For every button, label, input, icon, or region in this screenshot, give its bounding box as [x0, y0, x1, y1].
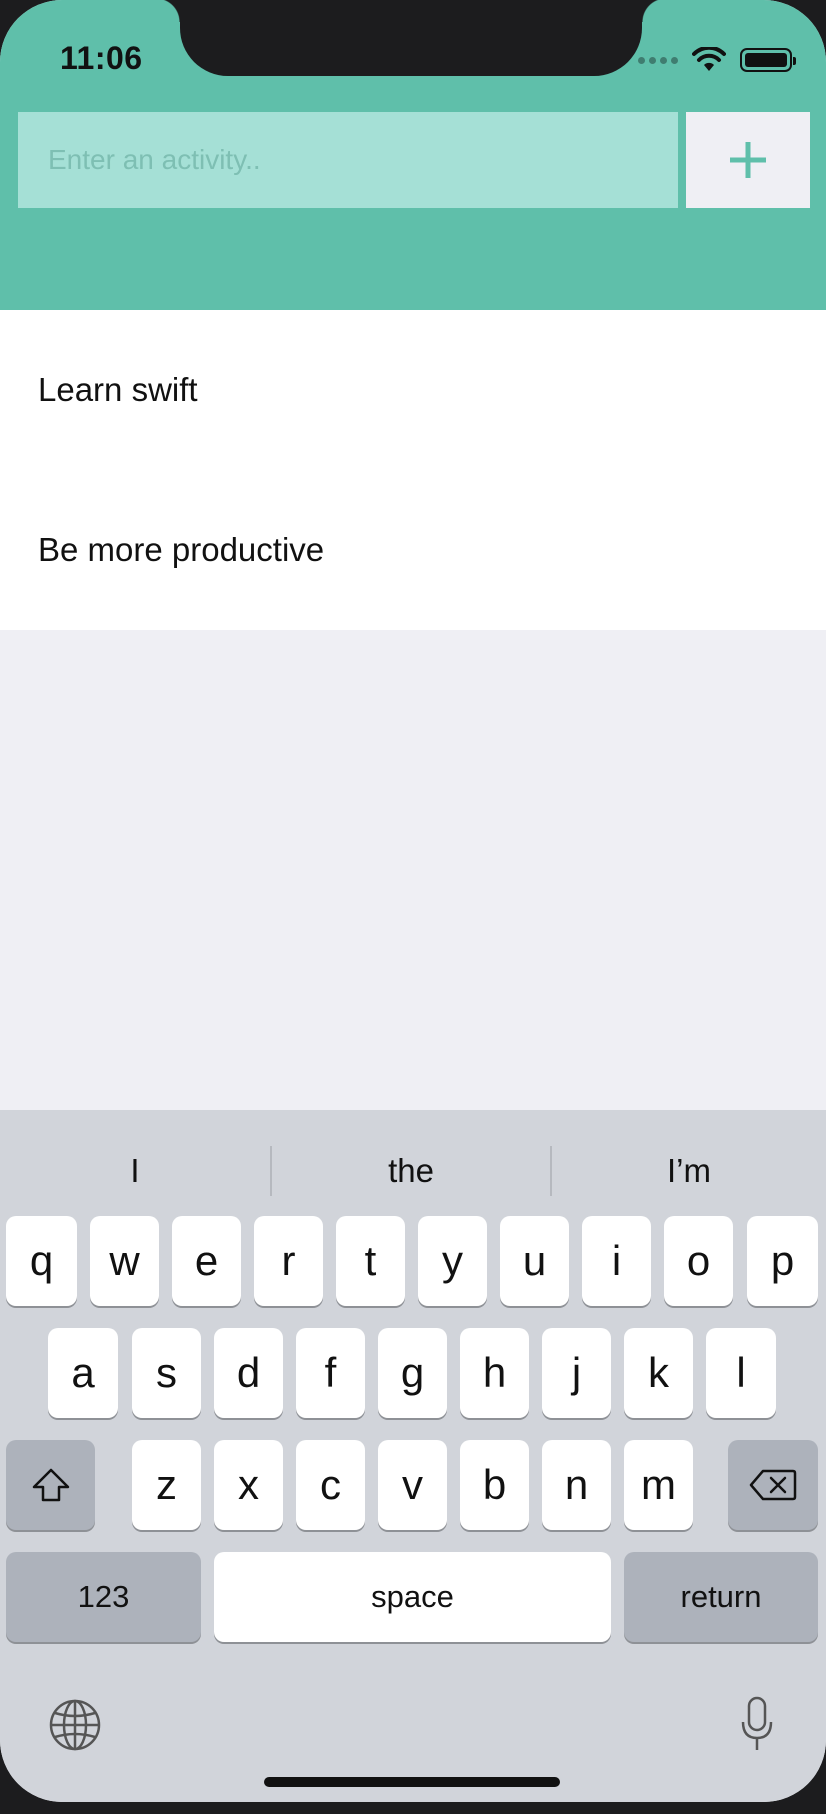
- suggestion-item[interactable]: the: [272, 1136, 550, 1206]
- keyboard: I the I’m q w e r t y u i o p a s d f g …: [0, 1110, 826, 1802]
- add-activity-button[interactable]: [686, 112, 810, 208]
- key-x[interactable]: x: [214, 1440, 283, 1530]
- key-g[interactable]: g: [378, 1328, 447, 1418]
- key-r[interactable]: r: [254, 1216, 323, 1306]
- app-header: 11:06: [0, 0, 826, 310]
- list-item[interactable]: Be more productive: [0, 470, 826, 630]
- numbers-key[interactable]: 123: [6, 1552, 201, 1642]
- backspace-key[interactable]: [728, 1440, 818, 1530]
- return-key[interactable]: return: [624, 1552, 818, 1642]
- key-h[interactable]: h: [460, 1328, 529, 1418]
- activity-label: Learn swift: [38, 371, 198, 408]
- key-v[interactable]: v: [378, 1440, 447, 1530]
- list-item[interactable]: Learn swift: [0, 310, 826, 470]
- suggestion-item[interactable]: I: [0, 1136, 270, 1206]
- key-j[interactable]: j: [542, 1328, 611, 1418]
- key-p[interactable]: p: [747, 1216, 818, 1306]
- key-d[interactable]: d: [214, 1328, 283, 1418]
- globe-icon[interactable]: [48, 1698, 102, 1752]
- key-s[interactable]: s: [132, 1328, 201, 1418]
- key-m[interactable]: m: [624, 1440, 693, 1530]
- key-q[interactable]: q: [6, 1216, 77, 1306]
- wifi-icon: [692, 47, 726, 71]
- key-t[interactable]: t: [336, 1216, 405, 1306]
- cellular-signal-icon: [638, 56, 678, 64]
- backspace-icon: [749, 1469, 797, 1501]
- key-f[interactable]: f: [296, 1328, 365, 1418]
- key-w[interactable]: w: [90, 1216, 159, 1306]
- key-l[interactable]: l: [706, 1328, 776, 1418]
- activity-label: Be more productive: [38, 531, 325, 568]
- key-z[interactable]: z: [132, 1440, 201, 1530]
- key-c[interactable]: c: [296, 1440, 365, 1530]
- battery-icon: [740, 48, 796, 72]
- plus-icon: [730, 142, 766, 178]
- shift-icon: [32, 1468, 69, 1502]
- key-i[interactable]: i: [582, 1216, 651, 1306]
- microphone-icon[interactable]: [740, 1696, 774, 1752]
- activity-list: Learn swift Be more productive: [0, 310, 826, 630]
- status-icons: [638, 46, 796, 74]
- home-indicator[interactable]: [264, 1777, 560, 1787]
- key-a[interactable]: a: [48, 1328, 118, 1418]
- key-e[interactable]: e: [172, 1216, 241, 1306]
- space-key[interactable]: space: [214, 1552, 611, 1642]
- device-notch: [156, 0, 666, 76]
- phone-screen: 11:06 Learn swift Be more productive: [0, 0, 826, 1802]
- suggestion-item[interactable]: I’m: [552, 1136, 826, 1206]
- key-k[interactable]: k: [624, 1328, 693, 1418]
- key-o[interactable]: o: [664, 1216, 733, 1306]
- key-b[interactable]: b: [460, 1440, 529, 1530]
- activity-input[interactable]: [18, 112, 678, 208]
- key-u[interactable]: u: [500, 1216, 569, 1306]
- status-time: 11:06: [60, 40, 143, 76]
- predictive-bar: I the I’m: [0, 1136, 826, 1206]
- key-y[interactable]: y: [418, 1216, 487, 1306]
- key-n[interactable]: n: [542, 1440, 611, 1530]
- shift-key[interactable]: [6, 1440, 95, 1530]
